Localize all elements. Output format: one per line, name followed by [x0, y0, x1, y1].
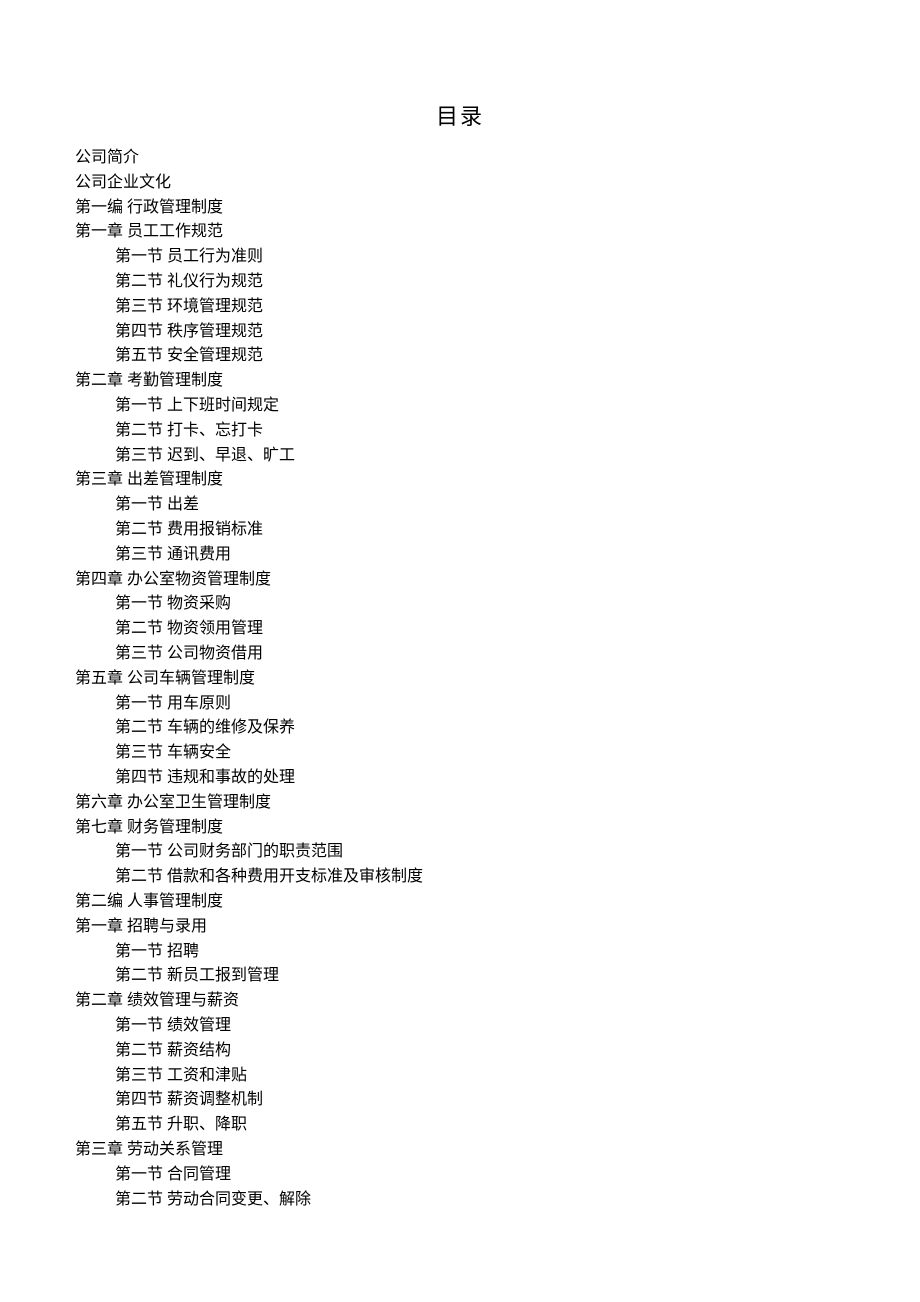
toc-entry: 第二节 物资领用管理	[75, 617, 845, 642]
toc-entry: 第三节 迟到、早退、旷工	[75, 444, 845, 469]
toc-entry: 第四节 违规和事故的处理	[75, 766, 845, 791]
toc-entry: 第二编 人事管理制度	[75, 890, 845, 915]
toc-entry: 第一章 员工工作规范	[75, 220, 845, 245]
toc-entry: 第二章 绩效管理与薪资	[75, 989, 845, 1014]
toc-entry: 第二节 劳动合同变更、解除	[75, 1188, 845, 1213]
toc-entry: 第一节 物资采购	[75, 592, 845, 617]
toc-entry: 第一节 公司财务部门的职责范围	[75, 840, 845, 865]
toc-entry: 第六章 办公室卫生管理制度	[75, 791, 845, 816]
toc-entry: 第五章 公司车辆管理制度	[75, 667, 845, 692]
page-title: 目录	[75, 100, 845, 134]
toc-entry: 第二节 薪资结构	[75, 1039, 845, 1064]
toc-entry: 公司简介	[75, 146, 845, 171]
toc-entry: 第四节 薪资调整机制	[75, 1088, 845, 1113]
toc-entry: 第三节 环境管理规范	[75, 295, 845, 320]
toc-entry: 第一节 合同管理	[75, 1163, 845, 1188]
toc-entry: 第一节 用车原则	[75, 692, 845, 717]
toc-entry: 第七章 财务管理制度	[75, 816, 845, 841]
toc-entry: 公司企业文化	[75, 171, 845, 196]
toc-entry: 第二节 礼仪行为规范	[75, 270, 845, 295]
toc-entry: 第四章 办公室物资管理制度	[75, 568, 845, 593]
toc-entry: 第一节 员工行为准则	[75, 245, 845, 270]
table-of-contents: 公司简介公司企业文化第一编 行政管理制度第一章 员工工作规范第一节 员工行为准则…	[75, 146, 845, 1212]
toc-entry: 第一章 招聘与录用	[75, 915, 845, 940]
toc-entry: 第二节 借款和各种费用开支标准及审核制度	[75, 865, 845, 890]
toc-entry: 第三节 公司物资借用	[75, 642, 845, 667]
toc-entry: 第二章 考勤管理制度	[75, 369, 845, 394]
toc-entry: 第三节 车辆安全	[75, 741, 845, 766]
toc-entry: 第一节 出差	[75, 493, 845, 518]
toc-entry: 第一节 上下班时间规定	[75, 394, 845, 419]
toc-entry: 第五节 升职、降职	[75, 1113, 845, 1138]
toc-entry: 第二节 打卡、忘打卡	[75, 419, 845, 444]
toc-entry: 第一节 招聘	[75, 940, 845, 965]
toc-entry: 第三节 工资和津贴	[75, 1064, 845, 1089]
toc-entry: 第三章 劳动关系管理	[75, 1138, 845, 1163]
toc-entry: 第二节 车辆的维修及保养	[75, 716, 845, 741]
toc-entry: 第一编 行政管理制度	[75, 196, 845, 221]
toc-entry: 第二节 新员工报到管理	[75, 964, 845, 989]
toc-entry: 第五节 安全管理规范	[75, 344, 845, 369]
toc-entry: 第三节 通讯费用	[75, 543, 845, 568]
toc-entry: 第一节 绩效管理	[75, 1014, 845, 1039]
toc-entry: 第三章 出差管理制度	[75, 468, 845, 493]
toc-entry: 第二节 费用报销标准	[75, 518, 845, 543]
toc-entry: 第四节 秩序管理规范	[75, 320, 845, 345]
